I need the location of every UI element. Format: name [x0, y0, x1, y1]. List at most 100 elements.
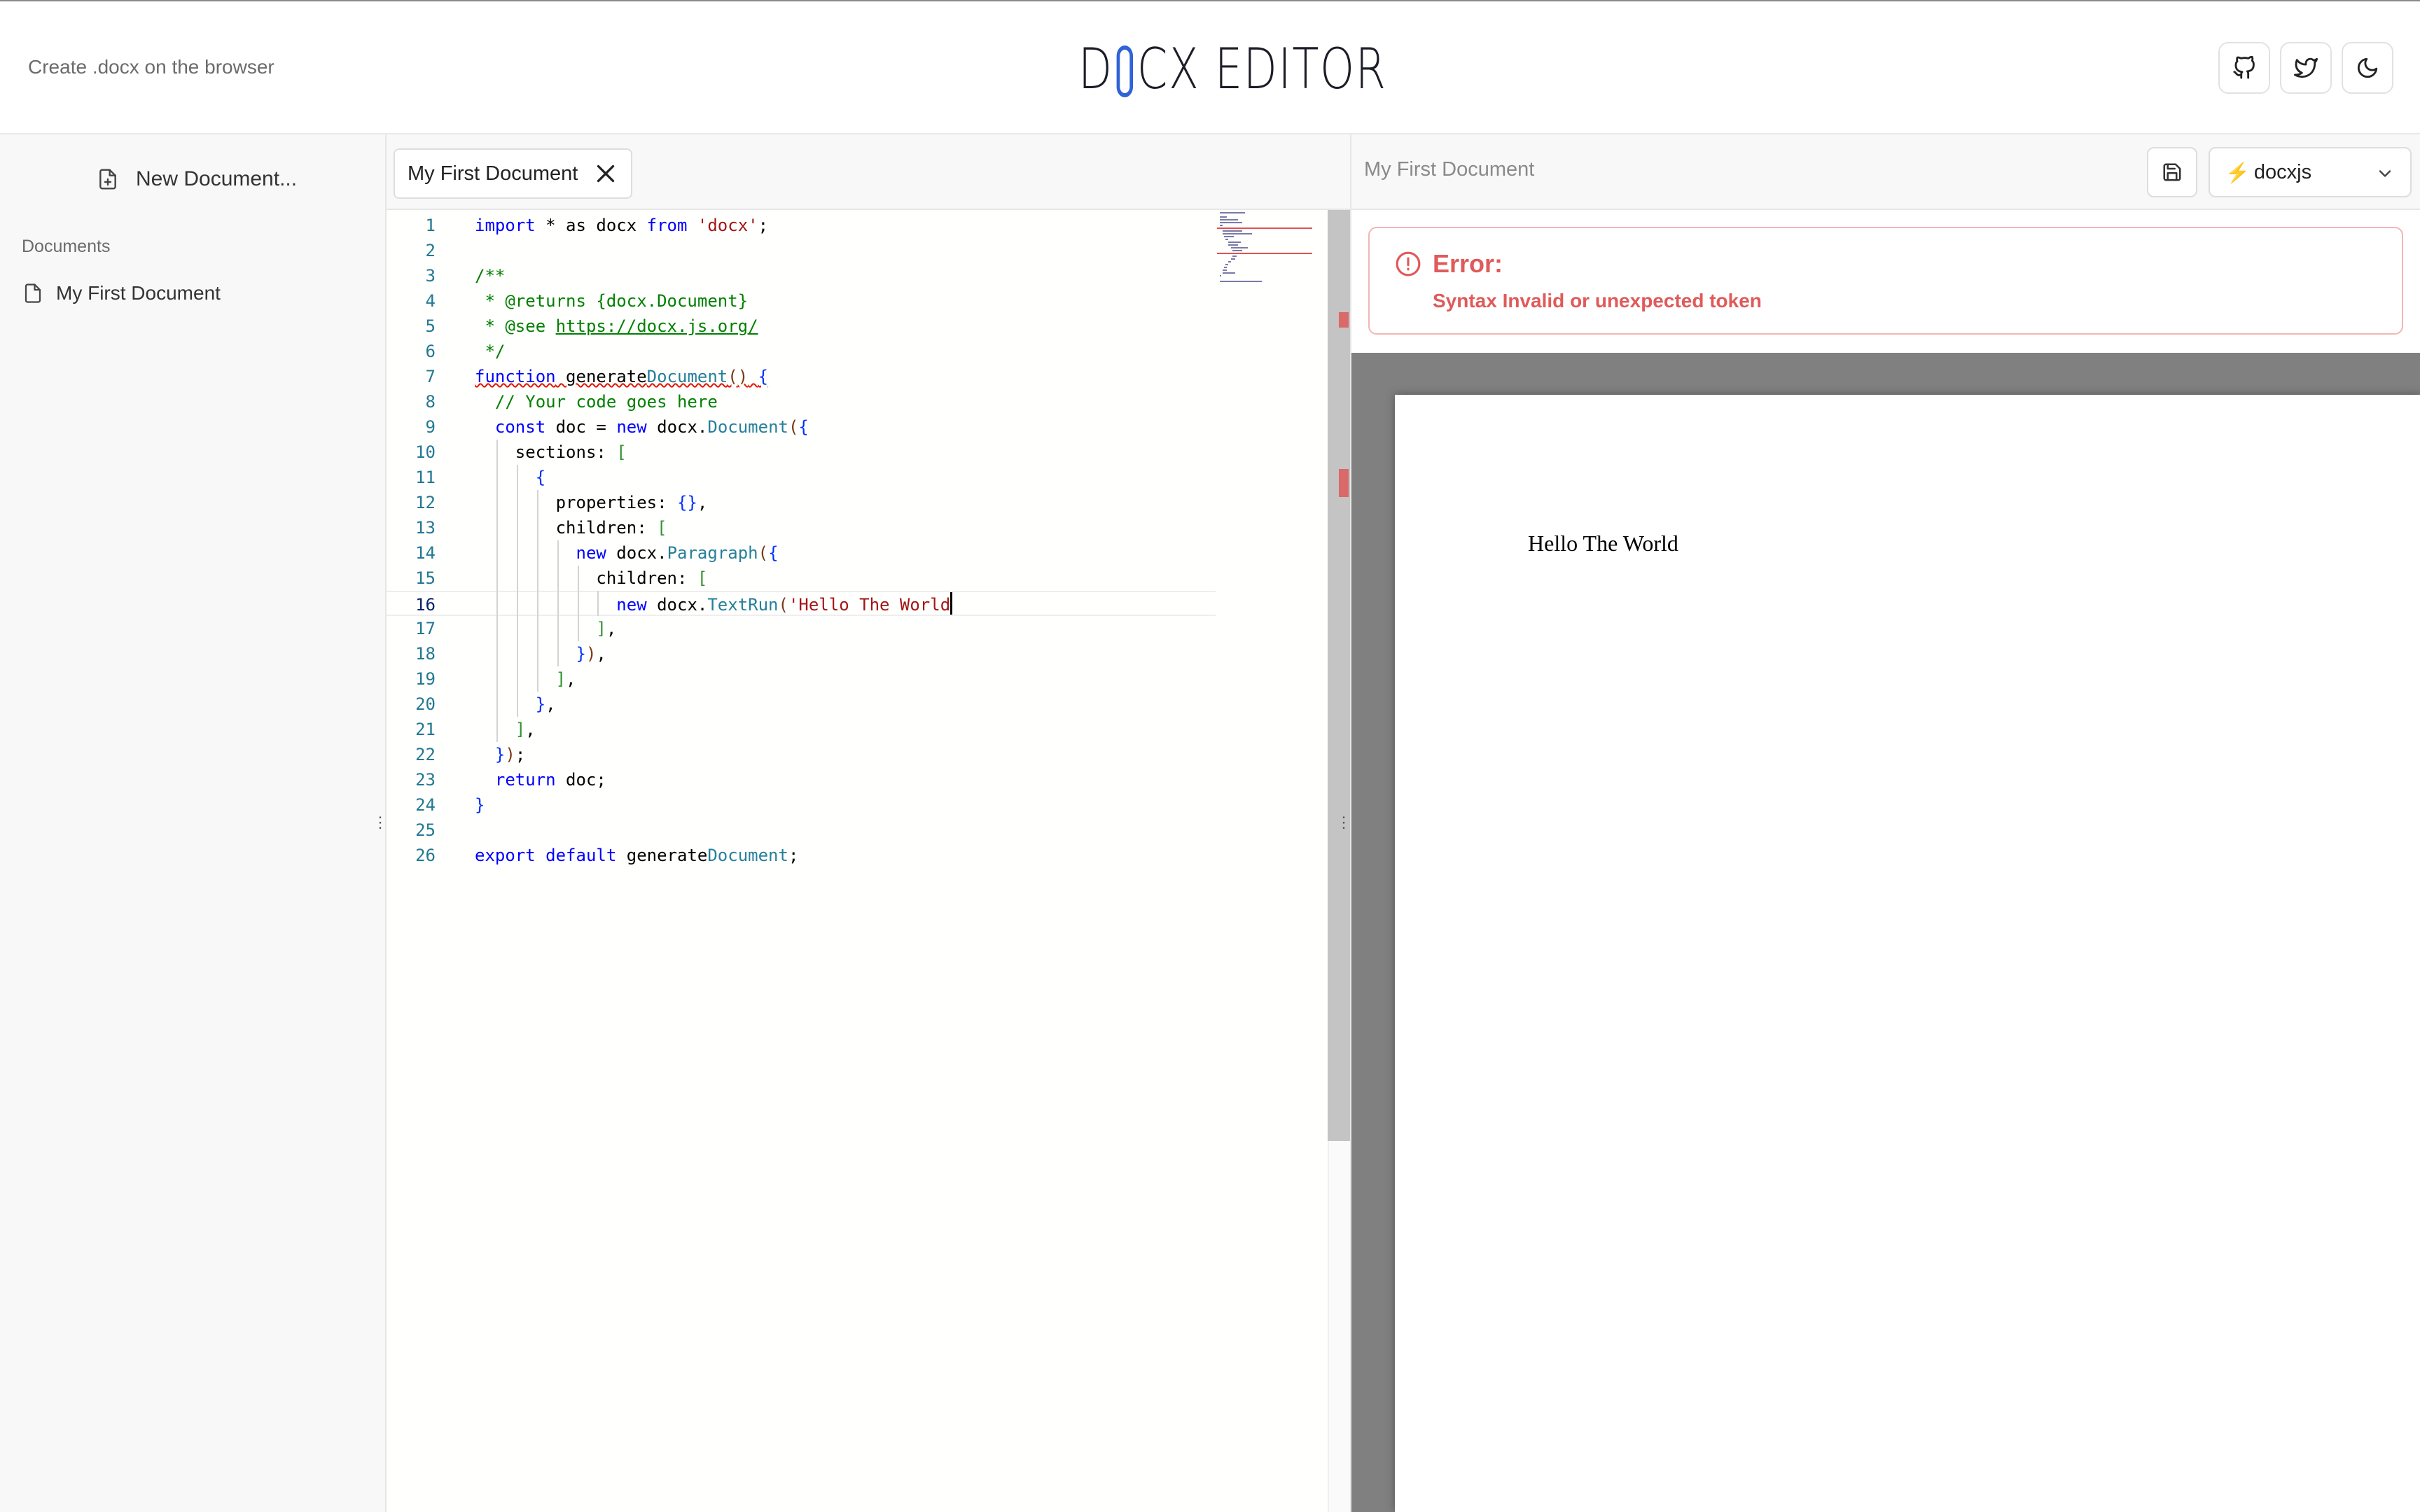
line-number: 1	[425, 216, 436, 235]
error-title: Error:	[1433, 249, 1503, 278]
code-line[interactable]: 13 children: [	[387, 515, 1216, 540]
code-area[interactable]: 1 import * as docx from 'docx'; 2 3/** 4 * @…	[387, 210, 1328, 1512]
code-text: {	[535, 468, 546, 487]
code-text: /**	[475, 266, 506, 286]
line-number: 16	[415, 595, 436, 615]
line-number: 18	[415, 644, 436, 664]
code-line[interactable]: 7 function generateDocument() {	[387, 364, 1216, 389]
error-alert: Error: Syntax Invalid or unexpected toke…	[1368, 227, 2403, 335]
engine-select[interactable]: ⚡ docxjs	[2209, 147, 2412, 197]
code-text: children: [	[475, 568, 708, 588]
indent-guide	[577, 566, 579, 591]
save-button[interactable]	[2147, 147, 2197, 197]
indent-guide	[536, 591, 538, 616]
tagline: Create .docx on the browser	[28, 56, 274, 78]
code-text: });	[494, 745, 526, 764]
new-document-button[interactable]: New Document...	[97, 158, 297, 200]
code-line[interactable]: 10 sections: [	[387, 440, 1216, 465]
code-text: ],	[515, 720, 536, 739]
github-icon	[2233, 56, 2255, 79]
indent-guide	[557, 616, 559, 641]
code-line[interactable]: 18 }),	[387, 641, 1216, 666]
code-line[interactable]: 19 ],	[387, 666, 1216, 692]
chevron-down-icon	[2379, 170, 2391, 177]
code-text: }),	[576, 644, 606, 664]
code-line[interactable]: 1 import * as docx from 'docx';	[387, 213, 1216, 238]
document-page: Hello The World	[1395, 395, 2420, 1512]
twitter-button[interactable]	[2280, 42, 2332, 94]
code-line[interactable]: 3 /**	[387, 263, 1216, 288]
code-line[interactable]: 22 });	[387, 742, 1216, 767]
indent-guide	[496, 591, 498, 616]
sidebar-item-document[interactable]: My First Document	[22, 276, 221, 311]
line-number: 3	[425, 266, 436, 286]
new-document-label: New Document...	[136, 167, 298, 190]
indent-guide	[516, 692, 518, 717]
code-line[interactable]: 12 properties: {},	[387, 490, 1216, 515]
indent-guide	[536, 666, 538, 692]
code-line[interactable]: 6 */	[387, 339, 1216, 364]
line-number: 14	[415, 543, 436, 563]
sidebar: New Document... Documents My First Docum…	[0, 134, 387, 1512]
indent-guide	[496, 717, 498, 742]
editor-scrollbar-thumb[interactable]	[1328, 210, 1350, 1141]
code-line[interactable]: 16 new docx.TextRun('Hello The World	[387, 591, 1216, 616]
code-line[interactable]: 23 return doc;	[387, 767, 1216, 792]
lightning-icon: ⚡	[2225, 161, 2250, 183]
line-number: 15	[415, 568, 436, 588]
document-label: My First Document	[56, 282, 221, 304]
indent-guide	[496, 440, 498, 465]
indent-guide	[496, 515, 498, 540]
line-number: 23	[415, 770, 436, 790]
indent-guide	[496, 490, 498, 515]
theme-toggle-button[interactable]	[2342, 42, 2393, 94]
line-number: 5	[425, 316, 436, 336]
code-line[interactable]: 11 {	[387, 465, 1216, 490]
code-line[interactable]: 14 new docx.Paragraph({	[387, 540, 1216, 566]
code-line[interactable]: 25	[387, 818, 1216, 843]
indent-guide	[516, 591, 518, 616]
code-line[interactable]: 9 const doc = new docx.Document({	[387, 414, 1216, 440]
indent-guide	[557, 566, 559, 591]
code-text: export default generateDocument;	[475, 846, 799, 865]
code-line[interactable]: 2	[387, 238, 1216, 263]
indent-guide	[496, 566, 498, 591]
code-line[interactable]: 21 ],	[387, 717, 1216, 742]
file-icon	[25, 284, 41, 303]
code-text: // Your code goes here	[475, 392, 718, 412]
indent-guide	[496, 616, 498, 641]
app-logo[interactable]: D CX EDITOR	[1078, 35, 1387, 102]
line-number: 2	[425, 241, 436, 260]
line-number: 4	[425, 291, 436, 311]
indent-guide	[516, 566, 518, 591]
code-line[interactable]: 4 * @returns {docx.Document}	[387, 288, 1216, 314]
code-text: }	[475, 795, 485, 815]
tab-my-first-document[interactable]: My First Document	[394, 148, 633, 199]
indent-guide	[516, 616, 518, 641]
document-preview-area[interactable]: Hello The World	[1351, 353, 2420, 1512]
code-line[interactable]: 5 * @see https://docx.js.org/	[387, 314, 1216, 339]
line-number: 11	[415, 468, 436, 487]
indent-guide	[536, 540, 538, 566]
close-icon[interactable]	[593, 161, 618, 186]
minimap[interactable]	[1217, 210, 1312, 287]
line-number: 19	[415, 669, 436, 689]
indent-guide	[536, 515, 538, 540]
line-number: 22	[415, 745, 436, 764]
line-number: 6	[425, 342, 436, 361]
code-line[interactable]: 24}	[387, 792, 1216, 818]
code-line[interactable]: 26 export default generateDocument;	[387, 843, 1216, 868]
preview-pane: My First Document ⚡ docxjs Error: Syntax…	[1350, 134, 2420, 1512]
code-line[interactable]: 8 // Your code goes here	[387, 389, 1216, 414]
github-button[interactable]	[2218, 42, 2270, 94]
indent-guide	[496, 540, 498, 566]
code-text: function generateDocument() {	[475, 367, 769, 386]
line-number: 25	[415, 820, 436, 840]
indent-guide	[577, 591, 579, 616]
indent-guide	[557, 591, 559, 616]
code-line[interactable]: 15 children: [	[387, 566, 1216, 591]
indent-guide	[536, 641, 538, 666]
code-line[interactable]: 20 },	[387, 692, 1216, 717]
paperclip-icon	[1116, 46, 1133, 97]
code-line[interactable]: 17 ],	[387, 616, 1216, 641]
